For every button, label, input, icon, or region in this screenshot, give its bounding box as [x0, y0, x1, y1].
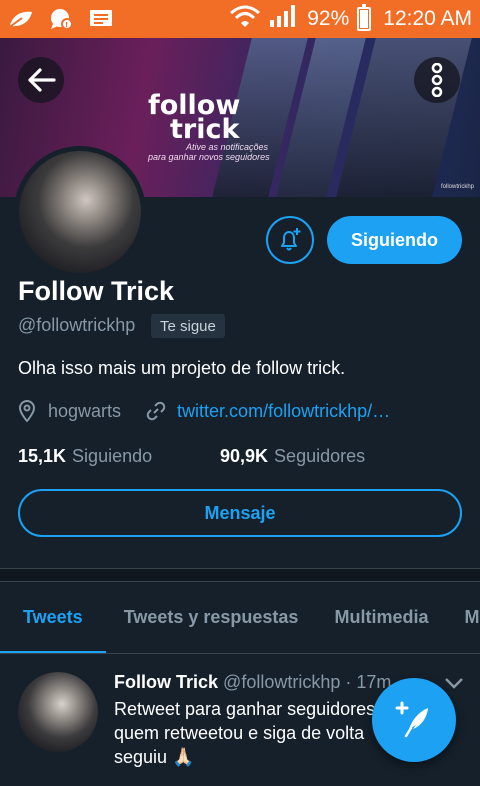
battery-percent: 92% [307, 7, 350, 30]
profile-bio: Olha isso mais um projeto de follow tric… [18, 358, 346, 378]
followers-stat[interactable]: 90,9K Seguidores [220, 446, 365, 467]
banner-title: follow trick [148, 90, 241, 145]
tab-tweets[interactable]: Tweets [0, 582, 106, 653]
bell-plus-icon [281, 228, 301, 251]
notifications-button[interactable] [266, 216, 314, 264]
location-text: hogwarts [48, 400, 122, 421]
following-stat[interactable]: 15,1K Siguiendo [18, 446, 220, 467]
status-bar: ! 92% 12:20 AM [0, 0, 480, 38]
tweet-text: Retweet para ganhar seguidores, quem ret… [114, 699, 381, 767]
compose-tweet-button[interactable] [372, 678, 456, 762]
tweet-header: Follow Trick @followtrickhp · 17m [114, 672, 391, 693]
following-button[interactable]: Siguiendo [327, 216, 462, 264]
chevron-down-icon [445, 678, 463, 689]
svg-text:!: ! [65, 21, 68, 29]
profile-avatar[interactable] [14, 146, 146, 278]
profile-name: Follow Trick [18, 276, 175, 306]
following-label: Siguiendo [72, 446, 153, 466]
battery-icon [357, 4, 372, 31]
profile-meta: hogwarts twitter.com/followtrickhp/… [18, 400, 468, 422]
location-pin-icon [18, 400, 36, 422]
profile-stats: 15,1K Siguiendo 90,9K Seguidores [18, 446, 365, 467]
tab-likes[interactable]: Me gusta [446, 582, 480, 653]
followers-label: Seguidores [274, 446, 366, 466]
tab-tweets-replies[interactable]: Tweets y respuestas [106, 582, 317, 653]
tab-media[interactable]: Multimedia [316, 582, 446, 653]
signal-icon [269, 4, 299, 34]
more-options-button[interactable] [414, 57, 460, 103]
vertical-dots-icon [431, 63, 443, 97]
profile-tabs: Tweets Tweets y respuestas Multimedia Me… [0, 582, 480, 654]
profile-link[interactable]: twitter.com/followtrickhp/… [145, 400, 390, 422]
follows-you-badge: Te sigue [151, 314, 225, 338]
profile-location: hogwarts [18, 400, 121, 422]
profile-handle: @followtrickhp [18, 315, 136, 335]
profile-url[interactable]: twitter.com/followtrickhp/… [177, 401, 390, 422]
tweet-author-name[interactable]: Follow Trick [114, 672, 218, 692]
tweet-avatar[interactable] [18, 672, 98, 752]
chat-bubble-icon: ! [48, 8, 74, 30]
clock: 12:20 AM [383, 7, 472, 30]
following-count: 15,1K [18, 446, 67, 466]
banner-subtitle: Ative as notificações para ganhar novos … [148, 142, 270, 162]
leaf-icon [8, 8, 34, 30]
back-button[interactable] [18, 57, 64, 103]
tweet-author-handle: @followtrickhp [223, 672, 341, 692]
followers-count: 90,9K [220, 446, 269, 466]
section-divider [0, 568, 480, 582]
banner-watermark: followtrickhp [440, 184, 474, 190]
arrow-left-icon [28, 68, 56, 92]
link-icon [146, 401, 166, 421]
message-button[interactable]: Mensaje [18, 489, 462, 537]
tweet-menu-button[interactable] [444, 676, 464, 695]
message-icon [88, 8, 114, 30]
wifi-icon [229, 4, 261, 34]
feather-plus-icon [395, 701, 428, 738]
